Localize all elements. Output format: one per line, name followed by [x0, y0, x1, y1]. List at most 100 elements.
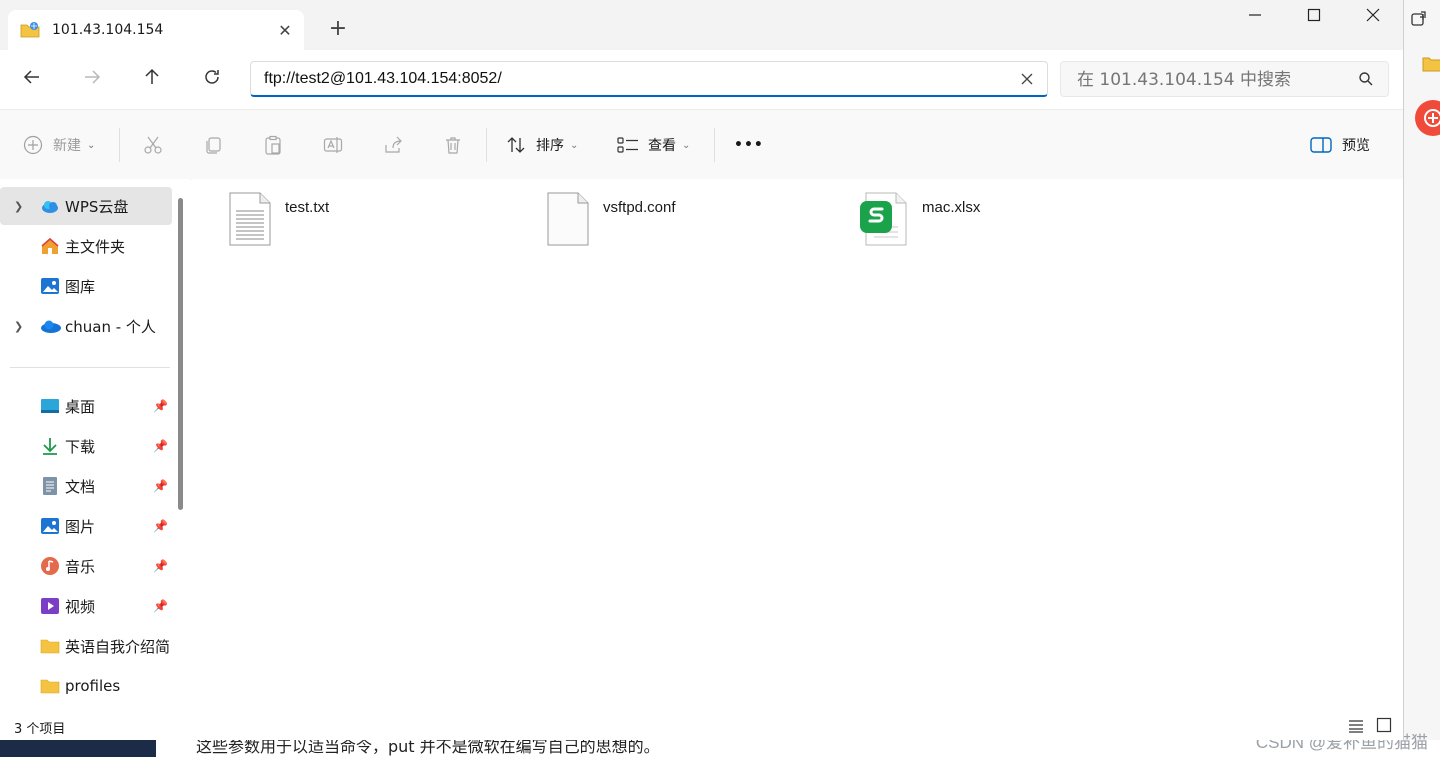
sidebar-item-videos[interactable]: 视频 📌: [0, 587, 172, 625]
file-explorer-window: 101.43.104.154 ✕ + ftp://test2@101.43.10…: [0, 0, 1404, 740]
sidebar-item-music[interactable]: 音乐 📌: [0, 547, 172, 585]
trash-icon: [446, 137, 460, 154]
plus-circle-icon[interactable]: [1413, 98, 1440, 142]
navigation-pane: ❯ WPS云盘 主文件夹 图库 ❯ chuan - 个人 桌面 📌 下载 📌 文…: [0, 179, 190, 710]
tab-active[interactable]: 101.43.104.154 ✕: [8, 10, 304, 50]
folder-icon[interactable]: [1422, 55, 1440, 77]
music-icon: [40, 556, 60, 576]
sidebar-item-label: chuan - 个人: [65, 317, 156, 336]
large-icons-view-icon[interactable]: [1376, 717, 1392, 737]
share-button[interactable]: [383, 135, 403, 155]
sidebar-item-label: 桌面: [65, 397, 96, 416]
up-button[interactable]: [139, 66, 165, 92]
screen: 这些参数用于以适当命令，put 并不是微软在编写自己的思想的。 CSDN @爱补…: [0, 0, 1440, 757]
sidebar-item-label: 视频: [65, 597, 96, 616]
sidebar-item-label: 下载: [65, 437, 96, 456]
rename-icon: [323, 137, 343, 153]
pin-icon[interactable]: 📌: [153, 599, 168, 613]
preview-pane-icon: [1310, 137, 1332, 153]
command-bar: 新建 ⌄ 排序 ⌄ 查看 ⌄ ••• 预览: [0, 109, 1403, 180]
copy-button[interactable]: [203, 135, 223, 155]
copy-icon: [206, 137, 221, 154]
chevron-right-icon[interactable]: ❯: [14, 200, 23, 213]
delete-button[interactable]: [443, 135, 463, 155]
status-bar: 3 个项目: [0, 711, 1403, 740]
details-view-icon[interactable]: [1348, 718, 1364, 737]
sidebar-item-label: 图片: [65, 517, 96, 536]
tab-title: 101.43.104.154: [52, 22, 164, 38]
maximize-button[interactable]: [1294, 6, 1334, 27]
desktop-icon: [40, 396, 60, 416]
folder-icon: [40, 636, 60, 656]
address-input[interactable]: [264, 70, 1004, 88]
paste-button[interactable]: [263, 135, 283, 155]
view-label: 查看: [648, 138, 676, 154]
cut-button[interactable]: [143, 135, 163, 155]
pin-icon[interactable]: 📌: [153, 399, 168, 413]
text-file-icon: [228, 191, 272, 247]
chevron-right-icon[interactable]: ❯: [14, 320, 23, 333]
view-button[interactable]: 查看 ⌄: [617, 135, 690, 155]
home-icon: [40, 236, 60, 256]
file-item[interactable]: mac.xlsx: [860, 191, 1110, 247]
video-icon: [40, 596, 60, 616]
chevron-down-icon: ⌄: [570, 139, 579, 151]
file-item[interactable]: vsftpd.conf: [546, 191, 796, 247]
item-count: 3 个项目: [14, 722, 66, 737]
more-options-button[interactable]: •••: [734, 135, 764, 155]
sidebar-item-desktop[interactable]: 桌面 📌: [0, 387, 172, 425]
sidebar-divider: [10, 367, 170, 368]
file-name: vsftpd.conf: [603, 199, 676, 216]
new-label: 新建: [53, 138, 81, 154]
clear-address-icon[interactable]: [1021, 68, 1033, 90]
sidebar-item-onedrive[interactable]: ❯ chuan - 个人: [0, 307, 172, 345]
sidebar-item-gallery[interactable]: 图库: [0, 267, 172, 305]
refresh-button[interactable]: [199, 66, 225, 92]
onedrive-icon: [40, 316, 61, 336]
file-name: test.txt: [285, 199, 330, 216]
chevron-down-icon: ⌄: [87, 139, 96, 151]
blank-file-icon: [546, 191, 590, 247]
minimize-button[interactable]: [1235, 6, 1275, 27]
new-tab-button[interactable]: +: [326, 16, 350, 41]
chevron-down-icon: ⌄: [682, 139, 691, 151]
rename-button[interactable]: [323, 135, 343, 155]
search-box[interactable]: [1060, 61, 1389, 97]
new-button[interactable]: 新建 ⌄: [23, 135, 95, 155]
pin-icon[interactable]: 📌: [153, 439, 168, 453]
sidebar-item-home[interactable]: 主文件夹: [0, 227, 172, 265]
sort-icon: [507, 137, 525, 153]
sidebar-scrollbar[interactable]: [178, 198, 183, 510]
search-icon[interactable]: [1358, 71, 1374, 91]
sidebar-item-label: 图库: [65, 277, 96, 296]
add-tab-icon[interactable]: [1410, 10, 1428, 32]
sidebar-item-documents[interactable]: 文档 📌: [0, 467, 172, 505]
sidebar-item-downloads[interactable]: 下载 📌: [0, 427, 172, 465]
share-icon: [385, 136, 402, 153]
pin-icon[interactable]: 📌: [153, 479, 168, 493]
sort-button[interactable]: 排序 ⌄: [506, 135, 578, 155]
forward-button[interactable]: [79, 66, 105, 92]
sidebar-item-label: 英语自我介绍简: [65, 637, 171, 656]
pin-icon[interactable]: 📌: [153, 559, 168, 573]
search-input[interactable]: [1077, 70, 1347, 90]
sidebar-item-wps-cloud[interactable]: ❯ WPS云盘: [0, 187, 172, 225]
file-list: test.txt vsftpd.conf mac.xlsx: [191, 179, 1403, 710]
sidebar-item-pictures[interactable]: 图片 📌: [0, 507, 172, 545]
preview-label: 预览: [1342, 138, 1370, 154]
tab-close-button[interactable]: ✕: [272, 21, 298, 40]
scissors-icon: [144, 136, 162, 154]
preview-button[interactable]: 预览: [1310, 135, 1370, 155]
close-window-button[interactable]: [1353, 6, 1393, 27]
separator: [486, 128, 487, 162]
sidebar-item-profiles[interactable]: profiles: [0, 667, 172, 705]
address-box[interactable]: [250, 61, 1048, 97]
pin-icon[interactable]: 📌: [153, 519, 168, 533]
wps-sheet-icon: [860, 191, 910, 247]
plus-circle-icon: [23, 135, 43, 155]
file-item[interactable]: test.txt: [228, 191, 478, 247]
sidebar-item-label: WPS云盘: [65, 197, 129, 216]
sidebar-item-folder-intro[interactable]: 英语自我介绍简: [0, 627, 172, 665]
back-button[interactable]: [19, 66, 45, 92]
sidebar-item-label: profiles: [65, 677, 121, 695]
